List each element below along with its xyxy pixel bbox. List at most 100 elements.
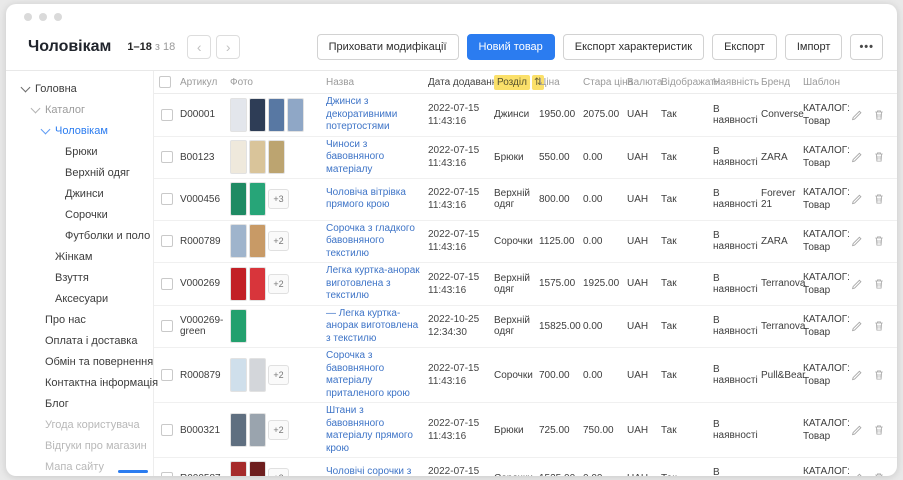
- trash-icon[interactable]: [873, 109, 885, 121]
- select-all-checkbox[interactable]: [159, 76, 171, 88]
- row-checkbox[interactable]: [161, 369, 173, 381]
- sidebar-item-sorochky[interactable]: Сорочки: [6, 204, 153, 225]
- product-name-link[interactable]: Сорочка з бавовняного матеріалу притален…: [326, 350, 422, 400]
- column-header-old-price[interactable]: Стара ціна: [583, 77, 627, 88]
- product-photo[interactable]: [249, 182, 266, 216]
- edit-icon[interactable]: [851, 278, 863, 290]
- product-photo[interactable]: [230, 224, 247, 258]
- column-header-article[interactable]: Артикул: [180, 77, 230, 88]
- row-checkbox[interactable]: [161, 424, 173, 436]
- product-photo[interactable]: [230, 358, 247, 392]
- new-product-button[interactable]: Новий товар: [467, 34, 555, 60]
- sidebar-item-futbolky-i-polo[interactable]: Футболки и поло: [6, 225, 153, 246]
- column-header-brand[interactable]: Бренд: [761, 77, 803, 88]
- more-photos-badge[interactable]: +3: [268, 189, 289, 209]
- trash-icon[interactable]: [873, 369, 885, 381]
- row-checkbox[interactable]: [161, 193, 173, 205]
- more-actions-button[interactable]: •••: [850, 34, 883, 60]
- product-photo[interactable]: [249, 358, 266, 392]
- product-photo[interactable]: [249, 267, 266, 301]
- window-control-dot[interactable]: [24, 13, 32, 21]
- export-characteristics-button[interactable]: Експорт характеристик: [563, 34, 704, 60]
- trash-icon[interactable]: [873, 235, 885, 247]
- column-header-price[interactable]: Ціна: [539, 77, 583, 88]
- trash-icon[interactable]: [873, 151, 885, 163]
- product-photo[interactable]: [230, 182, 247, 216]
- more-photos-badge[interactable]: +2: [268, 365, 289, 385]
- column-header-display[interactable]: Відображати: [661, 77, 713, 88]
- row-checkbox[interactable]: [161, 278, 173, 290]
- column-header-date-added[interactable]: Дата додавання: [428, 77, 494, 88]
- product-photo[interactable]: [268, 140, 285, 174]
- row-checkbox[interactable]: [161, 320, 173, 332]
- import-button[interactable]: Імпорт: [785, 34, 843, 60]
- product-name-link[interactable]: Чоловічі сорочки з легкого текстилю: [326, 466, 422, 476]
- column-header-template[interactable]: Шаблон: [803, 77, 851, 88]
- product-photo[interactable]: [230, 461, 247, 476]
- horizontal-scrollbar-thumb[interactable]: [118, 470, 148, 473]
- window-control-dot[interactable]: [54, 13, 62, 21]
- product-name-link[interactable]: Легка куртка-анорак виготовлена з тексти…: [326, 265, 422, 303]
- product-name-link[interactable]: — Легка куртка-анорак виготовлена з текс…: [326, 308, 422, 346]
- edit-icon[interactable]: [851, 320, 863, 332]
- sidebar-item-pro-nas[interactable]: Про нас: [6, 309, 153, 330]
- sidebar-item-zhinkam[interactable]: Жінкам: [6, 246, 153, 267]
- sidebar-item-bloh[interactable]: Блог: [6, 393, 153, 414]
- product-photo[interactable]: [249, 140, 266, 174]
- trash-icon[interactable]: [873, 193, 885, 205]
- export-button[interactable]: Експорт: [712, 34, 777, 60]
- row-checkbox[interactable]: [161, 472, 173, 476]
- column-header-currency[interactable]: Валюта: [627, 77, 661, 88]
- more-photos-badge[interactable]: +2: [268, 274, 289, 294]
- sidebar-item-aksesuary[interactable]: Аксесуари: [6, 288, 153, 309]
- product-photo[interactable]: [249, 224, 266, 258]
- edit-icon[interactable]: [851, 193, 863, 205]
- sidebar-item-cholovikam[interactable]: Чоловікам: [6, 120, 153, 141]
- sidebar-item-vzuttia[interactable]: Взуття: [6, 267, 153, 288]
- product-name-link[interactable]: Штани з бавовняного матеріалу прямого кр…: [326, 405, 422, 455]
- next-page-button[interactable]: ›: [216, 35, 240, 59]
- product-photo[interactable]: [230, 267, 247, 301]
- window-control-dot[interactable]: [39, 13, 47, 21]
- edit-icon[interactable]: [851, 369, 863, 381]
- product-photo[interactable]: [230, 413, 247, 447]
- edit-icon[interactable]: [851, 424, 863, 436]
- product-photo[interactable]: [287, 98, 304, 132]
- more-photos-badge[interactable]: +2: [268, 420, 289, 440]
- trash-icon[interactable]: [873, 320, 885, 332]
- sidebar-item-briuky[interactable]: Брюки: [6, 141, 153, 162]
- prev-page-button[interactable]: ‹: [187, 35, 211, 59]
- row-checkbox[interactable]: [161, 235, 173, 247]
- sidebar-item-kontaktna-informatsiia[interactable]: Контактна інформація: [6, 372, 153, 393]
- product-photo[interactable]: [249, 461, 266, 476]
- hide-modifications-button[interactable]: Приховати модифікації: [317, 34, 459, 60]
- trash-icon[interactable]: [873, 424, 885, 436]
- trash-icon[interactable]: [873, 472, 885, 476]
- sidebar-item-mapa-saitu[interactable]: Мапа сайту: [6, 456, 153, 476]
- sidebar-item-kataloh[interactable]: Каталог: [6, 99, 153, 120]
- product-name-link[interactable]: Сорочка з гладкого бавовняного текстилю: [326, 223, 422, 261]
- product-photo[interactable]: [249, 98, 266, 132]
- sidebar-item-dzhynsy[interactable]: Джинси: [6, 183, 153, 204]
- sidebar-item-oplata-i-dostavka[interactable]: Оплата і доставка: [6, 330, 153, 351]
- product-photo[interactable]: [268, 98, 285, 132]
- product-name-link[interactable]: Чоловіча вітрівка прямого крою: [326, 187, 422, 212]
- row-checkbox[interactable]: [161, 109, 173, 121]
- column-header-availability[interactable]: Наявність: [713, 77, 761, 88]
- sidebar-item-verkhnii-odiah[interactable]: Верхній одяг: [6, 162, 153, 183]
- column-header-section[interactable]: Розділ: [494, 75, 530, 90]
- edit-icon[interactable]: [851, 235, 863, 247]
- product-name-link[interactable]: Чиноси з бавовняного матеріалу: [326, 139, 422, 177]
- edit-icon[interactable]: [851, 109, 863, 121]
- product-photo[interactable]: [230, 140, 247, 174]
- trash-icon[interactable]: [873, 278, 885, 290]
- column-header-name[interactable]: Назва: [326, 77, 428, 88]
- row-checkbox[interactable]: [161, 151, 173, 163]
- edit-icon[interactable]: [851, 151, 863, 163]
- product-photo[interactable]: [249, 413, 266, 447]
- edit-icon[interactable]: [851, 472, 863, 476]
- product-photo[interactable]: [230, 309, 247, 343]
- column-header-photo[interactable]: Фото: [230, 77, 326, 88]
- sidebar-item-uhoda-korystuvacha[interactable]: Угода користувача: [6, 414, 153, 435]
- sidebar-item-vidhuky-pro-mahazyn[interactable]: Відгуки про магазин: [6, 435, 153, 456]
